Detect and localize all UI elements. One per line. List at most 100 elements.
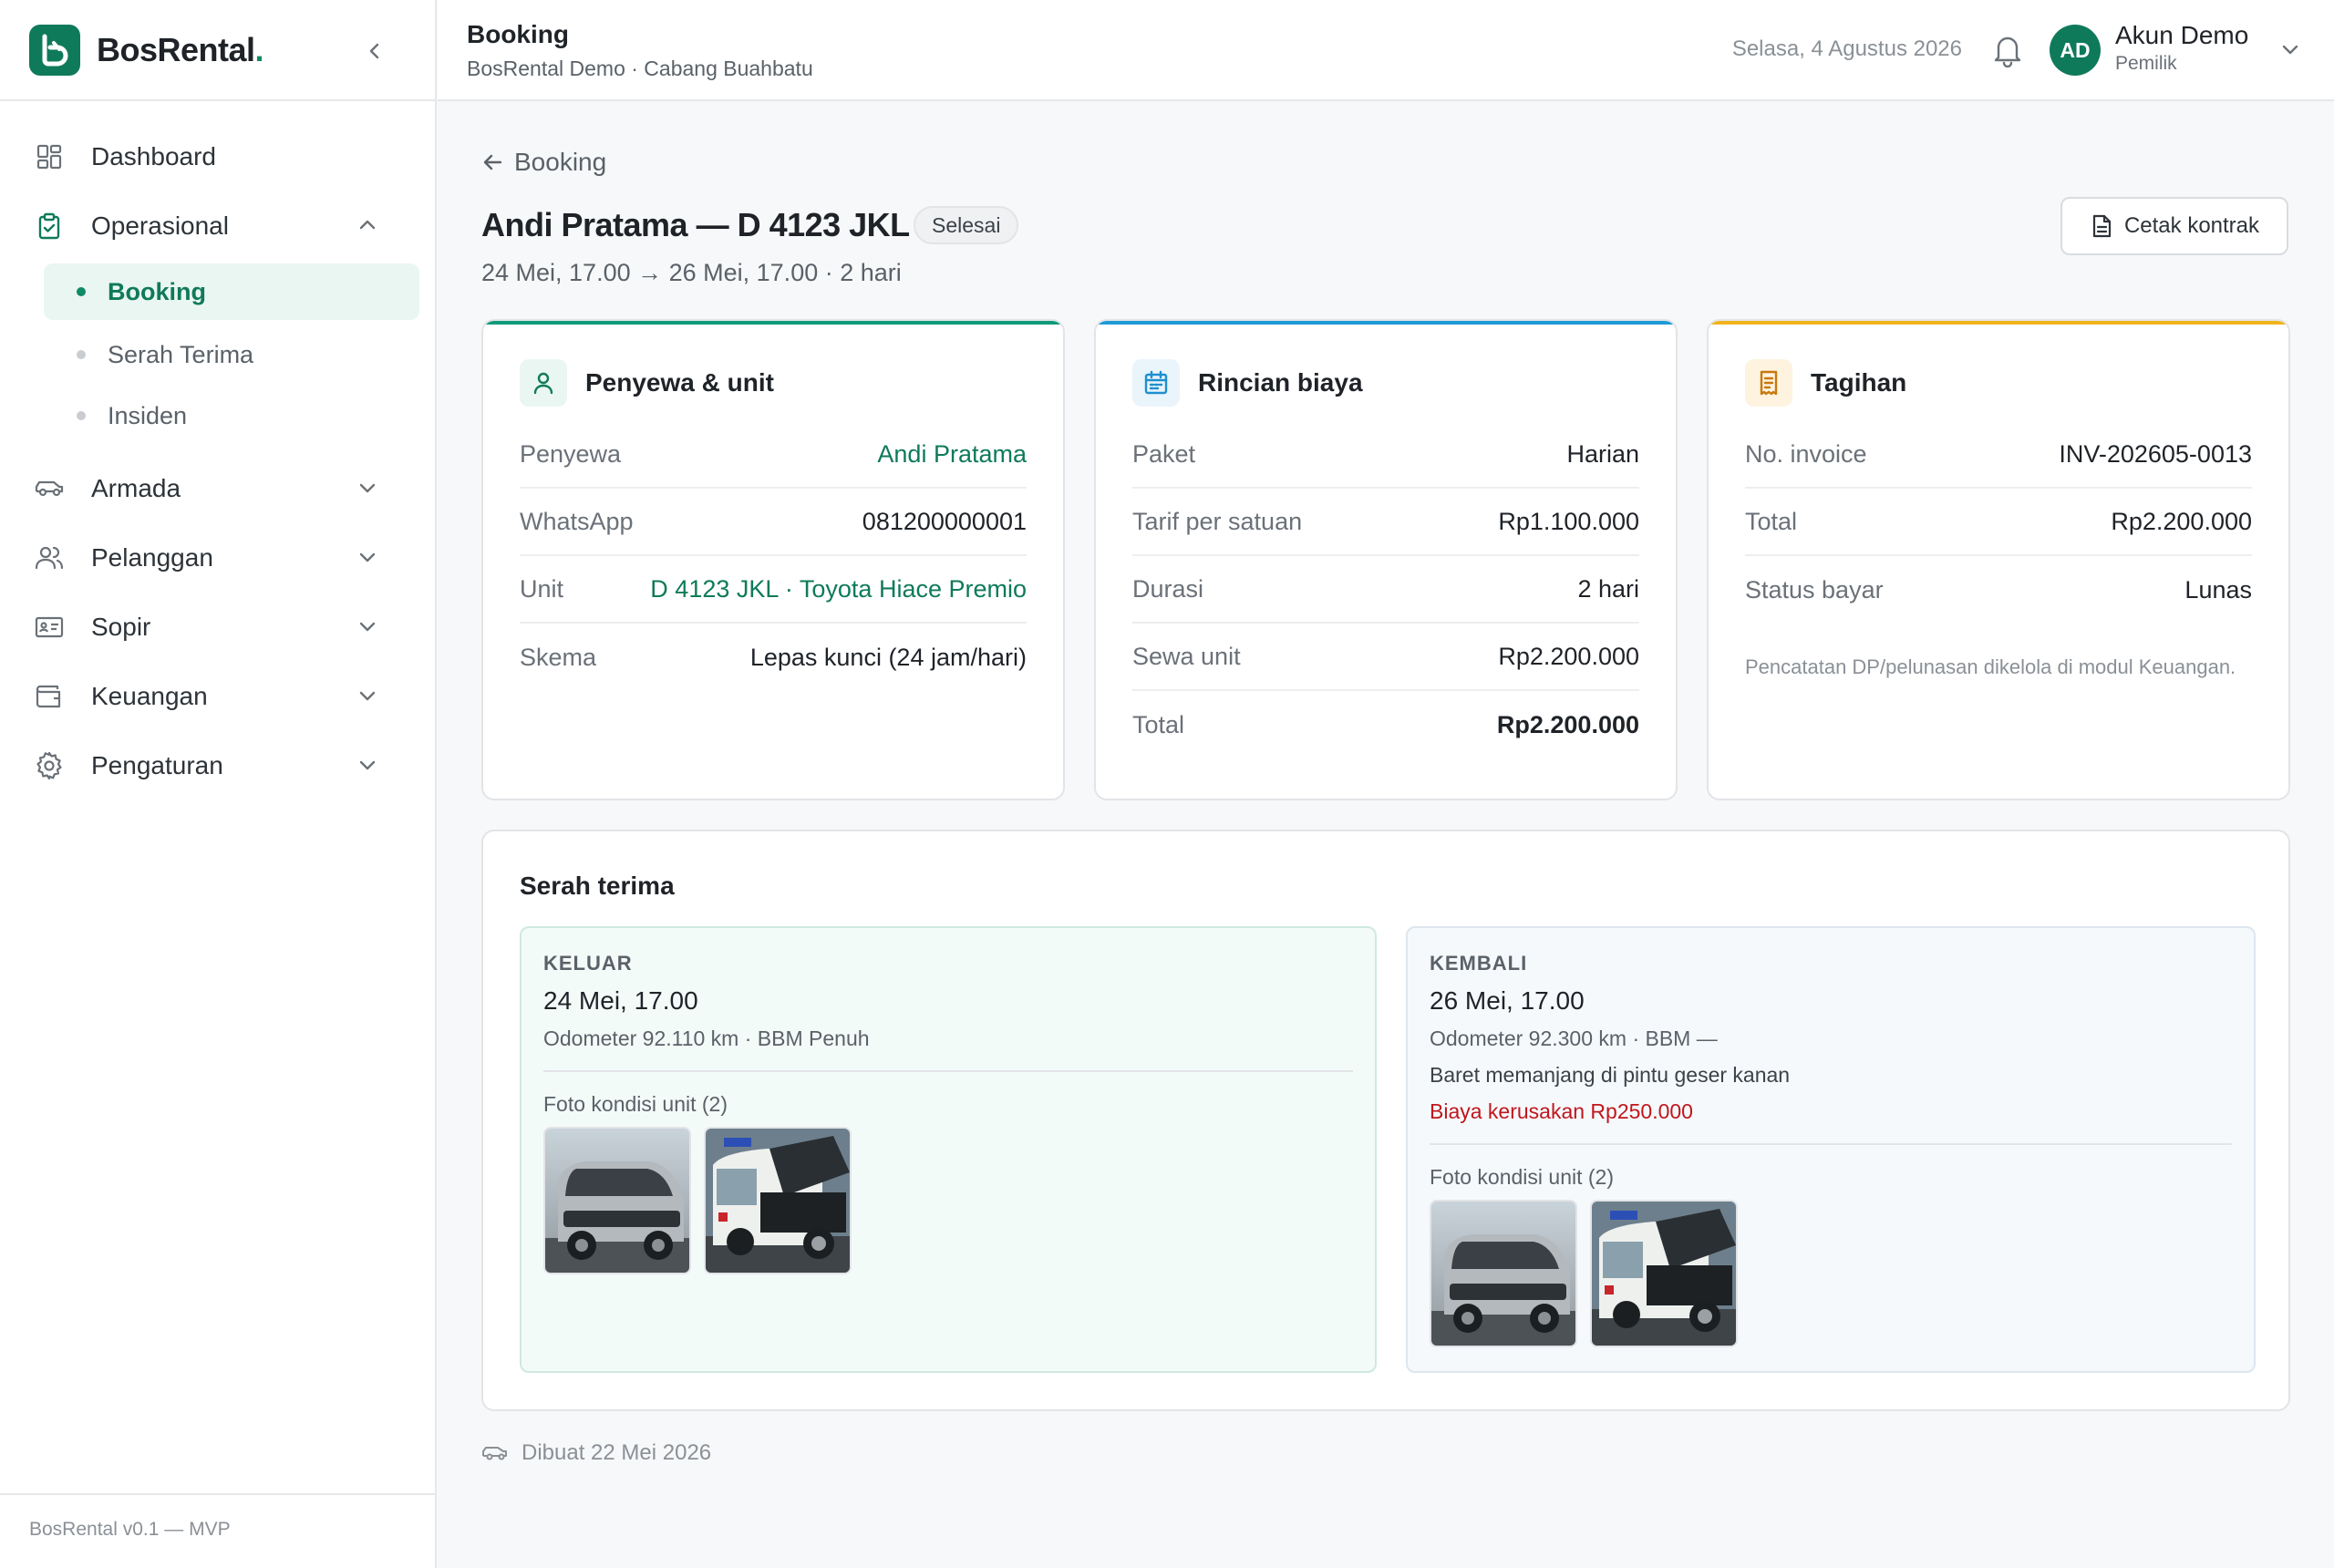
bullet-dot: [77, 411, 86, 420]
arrow-left-icon: [483, 154, 502, 170]
row-tarif: Tarif per satuan Rp1.100.000: [1132, 489, 1639, 556]
header-subtitle: BosRental Demo · Cabang Buahbatu: [467, 57, 813, 80]
print-contract-button[interactable]: Cetak kontrak: [2060, 197, 2288, 255]
card-title: Tagihan: [1811, 368, 1907, 397]
brand-name[interactable]: BosRental.: [97, 31, 264, 69]
chevron-down-icon: [356, 753, 379, 777]
gear-icon: [33, 749, 66, 782]
chevron-down-icon: [356, 545, 379, 569]
unit-photo-engine[interactable]: [1590, 1200, 1738, 1347]
row-sewa-unit: Sewa unit Rp2.200.000: [1132, 624, 1639, 691]
handover-return-label: KEMBALI: [1430, 952, 1528, 975]
brand-header: BosRental.: [0, 0, 435, 101]
invoice-note: Pencatatan DP/pelunasan dikelola di modu…: [1745, 655, 2236, 678]
wallet-icon: [33, 680, 66, 713]
chevron-down-icon: [356, 684, 379, 707]
created-date: Dibuat 22 Mei 2026: [522, 1440, 712, 1465]
bullet-dot: [77, 350, 86, 359]
handover-out-panel: KELUAR 24 Mei, 17.00 Odometer 92.110 km …: [520, 926, 1377, 1373]
cost-detail-card: Rincian biaya Paket Harian Tarif per satu…: [1094, 319, 1678, 800]
divider: [1430, 1143, 2232, 1145]
booking-period: 24 Mei, 17.00 → 26 Mei, 17.00 · 2 hari: [481, 259, 902, 286]
row-durasi: Durasi 2 hari: [1132, 556, 1639, 624]
row-payment-status: Status bayar Lunas: [1745, 575, 2252, 603]
back-link[interactable]: Booking: [481, 148, 606, 177]
invoice-card: Tagihan No. invoice INV-202605-0013 Total…: [1707, 319, 2290, 800]
sidebar-subitem-label: Insiden: [108, 401, 188, 429]
handover-return-date: 26 Mei, 17.00: [1430, 986, 1585, 1015]
header-title: Booking: [467, 20, 569, 48]
created-note: Dibuat 22 Mei 2026: [481, 1440, 711, 1466]
renter-unit-card: Penyewa & unit Penyewa Andi Pratama Whats…: [481, 319, 1065, 800]
sidebar-item-label: Keuangan: [91, 682, 208, 710]
sidebar-item-label: Pelanggan: [91, 543, 213, 572]
row-skema: Skema Lepas kunci (24 jam/hari): [520, 643, 1027, 671]
sidebar-item-pengaturan[interactable]: Pengaturan: [33, 740, 398, 791]
handover-return-photos-label: Foto kondisi unit (2): [1430, 1165, 1614, 1189]
handover-out-meta: Odometer 92.110 km · BBM Penuh: [543, 1026, 870, 1050]
page-title: Andi Pratama — D 4123 JKL: [481, 206, 910, 243]
sidebar-item-operasional[interactable]: Operasional: [33, 201, 398, 252]
handover-return-panel: KEMBALI 26 Mei, 17.00 Odometer 92.300 km…: [1406, 926, 2256, 1373]
back-link-label: Booking: [514, 148, 607, 176]
row-penyewa: Penyewa Andi Pratama: [520, 421, 1027, 489]
handover-out-date: 24 Mei, 17.00: [543, 986, 698, 1015]
sidebar-item-label: Pengaturan: [91, 751, 223, 779]
sidebar-item-label: Dashboard: [91, 142, 216, 170]
car-icon: [33, 472, 66, 505]
row-unit: Unit D 4123 JKL · Toyota Hiace Premio: [520, 556, 1027, 624]
sidebar-subitem-label: Serah Terima: [108, 340, 254, 368]
sidebar-subitem-insiden[interactable]: Insiden: [44, 387, 419, 444]
card-title: Penyewa & unit: [585, 368, 774, 397]
clipboard-check-icon: [33, 210, 66, 242]
row-invoice-total: Total Rp2.200.000: [1745, 489, 2252, 556]
renter-link[interactable]: Andi Pratama: [877, 440, 1027, 469]
handover-title: Serah terima: [520, 872, 675, 900]
handover-return-meta: Odometer 92.300 km · BBM —: [1430, 1026, 1718, 1050]
sidebar-item-label: Operasional: [91, 211, 229, 240]
damage-note: Baret memanjang di pintu geser kanan: [1430, 1063, 1791, 1087]
sidebar-item-armada[interactable]: Armada: [33, 463, 398, 514]
chevron-left-icon: [369, 43, 379, 59]
row-paket: Paket Harian: [1132, 421, 1639, 489]
sidebar-item-sopir[interactable]: Sopir: [33, 602, 398, 653]
active-dot: [77, 287, 86, 296]
chevron-down-icon: [356, 614, 379, 638]
app-version: BosRental v0.1 — MVP: [0, 1493, 435, 1568]
row-whatsapp: WhatsApp 081200000001: [520, 489, 1027, 556]
document-icon: [2092, 214, 2112, 238]
id-card-icon: [33, 611, 66, 644]
sidebar-subitem-serah-terima[interactable]: Serah Terima: [44, 326, 419, 383]
users-icon: [33, 542, 66, 574]
sidebar-subitem-booking[interactable]: Booking: [44, 263, 419, 320]
car-icon: [482, 1447, 507, 1460]
user-name[interactable]: Akun Demo: [2115, 21, 2248, 50]
collapse-sidebar-button[interactable]: [362, 38, 387, 64]
handover-card: Serah terima KELUAR 24 Mei, 17.00 Odomet…: [481, 830, 2290, 1411]
grid-icon: [33, 140, 66, 173]
avatar[interactable]: AD: [2050, 25, 2101, 76]
chevron-down-icon[interactable]: [2279, 38, 2301, 60]
unit-photo-front[interactable]: [543, 1127, 691, 1274]
brand-logo-icon[interactable]: [29, 24, 80, 76]
chevron-up-icon: [356, 213, 379, 237]
divider: [543, 1070, 1353, 1072]
sidebar-item-label: Armada: [91, 474, 181, 502]
sidebar-item-keuangan[interactable]: Keuangan: [33, 671, 398, 722]
receipt-icon: [1745, 359, 1792, 407]
topbar: Booking BosRental Demo · Cabang Buahbatu…: [438, 0, 2334, 101]
unit-photo-engine[interactable]: [704, 1127, 852, 1274]
sidebar-item-label: Sopir: [91, 613, 151, 641]
unit-photo-front[interactable]: [1430, 1200, 1577, 1347]
bell-icon[interactable]: [1991, 33, 2024, 67]
status-badge: Selesai: [914, 206, 1019, 244]
calendar-icon: [1132, 359, 1180, 407]
damage-cost: Biaya kerusakan Rp250.000: [1430, 1099, 1693, 1123]
unit-link[interactable]: D 4123 JKL · Toyota Hiace Premio: [650, 575, 1027, 603]
sidebar-item-dashboard[interactable]: Dashboard: [33, 131, 398, 182]
card-title: Rincian biaya: [1198, 368, 1363, 397]
sidebar: BosRental. Dashboard Operasional Booking…: [0, 0, 437, 1568]
sidebar-item-pelanggan[interactable]: Pelanggan: [33, 532, 398, 583]
print-contract-label: Cetak kontrak: [2123, 213, 2260, 238]
chevron-down-icon: [356, 476, 379, 500]
